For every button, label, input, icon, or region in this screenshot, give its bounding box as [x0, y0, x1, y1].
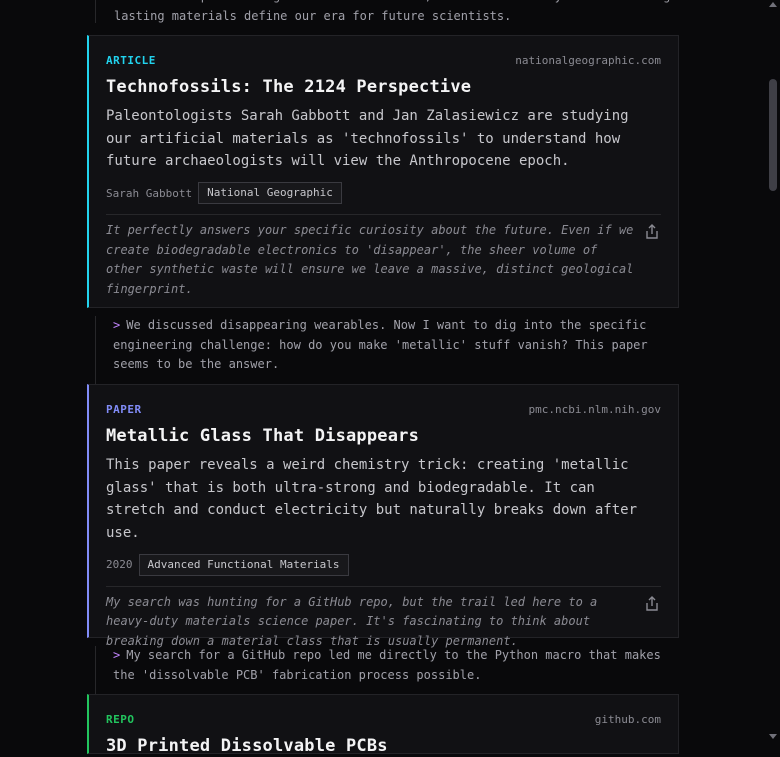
- card-meta: 2020 Advanced Functional Materials: [106, 553, 661, 576]
- card-author: Sarah Gabbott: [106, 186, 193, 200]
- scroll-thumb[interactable]: [769, 79, 777, 191]
- card-year: 2020: [106, 558, 133, 572]
- top-note-text: found this specific angle on 'technofoss…: [114, 0, 670, 23]
- result-card-article[interactable]: ARTICLE nationalgeographic.com Technofos…: [87, 35, 679, 308]
- prompt-marker: >: [113, 648, 121, 662]
- share-icon[interactable]: [643, 224, 661, 242]
- card-title[interactable]: Technofossils: The 2124 Perspective: [106, 76, 661, 98]
- card-divider: [106, 214, 661, 216]
- card-summary: Paleontologists Sarah Gabbott and Jan Za…: [106, 108, 629, 170]
- share-icon[interactable]: [643, 595, 661, 614]
- source-tag: National Geographic: [198, 182, 342, 205]
- scrollbar[interactable]: [766, 0, 780, 741]
- card-summary: This paper reveals a weird chemistry tri…: [106, 457, 638, 542]
- card-kind-label: PAPER: [106, 402, 142, 416]
- context-note: > We discussed disappearing wearables. No…: [95, 316, 679, 384]
- card-domain[interactable]: pmc.ncbi.nlm.nih.gov: [529, 403, 661, 416]
- card-meta: Sarah Gabbott National Geographic: [106, 182, 661, 205]
- top-context-note: found this specific angle on 'technofoss…: [95, 0, 675, 23]
- card-domain[interactable]: nationalgeographic.com: [515, 54, 661, 67]
- card-title[interactable]: 3D Printed Dissolvable PCBs: [106, 735, 661, 757]
- card-title[interactable]: Metallic Glass That Disappears: [106, 425, 661, 447]
- card-divider: [106, 585, 661, 587]
- context-note: > My search for a GitHub repo led me dire…: [95, 646, 679, 694]
- scroll-up-icon[interactable]: [769, 2, 777, 7]
- card-comment: My search was hunting for a GitHub repo,…: [106, 594, 598, 648]
- prompt-marker: >: [113, 318, 121, 332]
- result-card-repo[interactable]: REPO github.com 3D Printed Dissolvable P…: [87, 694, 679, 757]
- result-card-paper[interactable]: PAPER pmc.ncbi.nlm.nih.gov Metallic Glas…: [87, 384, 679, 648]
- note-text: We discussed disappearing wearables. Now…: [113, 318, 648, 372]
- card-kind-label: ARTICLE: [106, 53, 156, 67]
- note-text: My search for a GitHub repo led me direc…: [113, 648, 661, 682]
- source-tag: Advanced Functional Materials: [138, 553, 349, 576]
- card-domain[interactable]: github.com: [595, 713, 661, 726]
- card-kind-label: REPO: [106, 712, 135, 726]
- scroll-down-icon[interactable]: [769, 734, 777, 739]
- card-comment: It perfectly answers your specific curio…: [106, 223, 634, 296]
